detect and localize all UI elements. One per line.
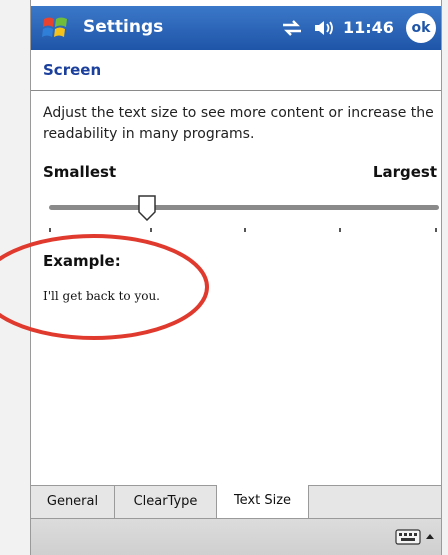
keyboard-icon[interactable] (395, 529, 421, 545)
device-frame-right (442, 0, 448, 555)
slider-max-label: Largest (372, 163, 437, 181)
tab-strip: General ClearType Text Size (31, 485, 441, 519)
ok-button[interactable]: ok (406, 13, 436, 43)
text-size-slider[interactable] (49, 195, 439, 235)
device-frame-left (0, 0, 30, 555)
tab-general[interactable]: General (31, 486, 115, 518)
slider-min-label: Smallest (43, 163, 117, 181)
slider-tick (244, 228, 246, 232)
page-header: Screen (31, 50, 441, 91)
menu-bar (31, 518, 441, 555)
device-screen: Settings 11:46 ok Screen Adjust the text… (30, 0, 442, 555)
slider-tick (339, 228, 341, 232)
volume-icon[interactable] (313, 18, 337, 38)
tab-text-size[interactable]: Text Size (217, 485, 309, 518)
slider-tick (49, 228, 51, 232)
slider-track[interactable] (49, 205, 439, 210)
windows-start-icon[interactable] (41, 13, 71, 43)
slider-tick (150, 228, 152, 232)
description-text: Adjust the text size to see more content… (43, 105, 434, 142)
tab-cleartype[interactable]: ClearType (115, 486, 217, 518)
slider-thumb[interactable] (137, 195, 156, 221)
slider-tick (435, 228, 437, 232)
example-preview-text: I'll get back to you. (43, 289, 160, 303)
connectivity-icon[interactable] (281, 19, 303, 37)
app-title: Settings (83, 17, 164, 37)
page-title: Screen (43, 61, 102, 79)
sip-arrow-icon[interactable] (423, 527, 437, 547)
clock[interactable]: 11:46 (343, 18, 394, 37)
title-bar: Settings 11:46 ok (31, 6, 441, 50)
example-heading: Example: (43, 252, 121, 270)
